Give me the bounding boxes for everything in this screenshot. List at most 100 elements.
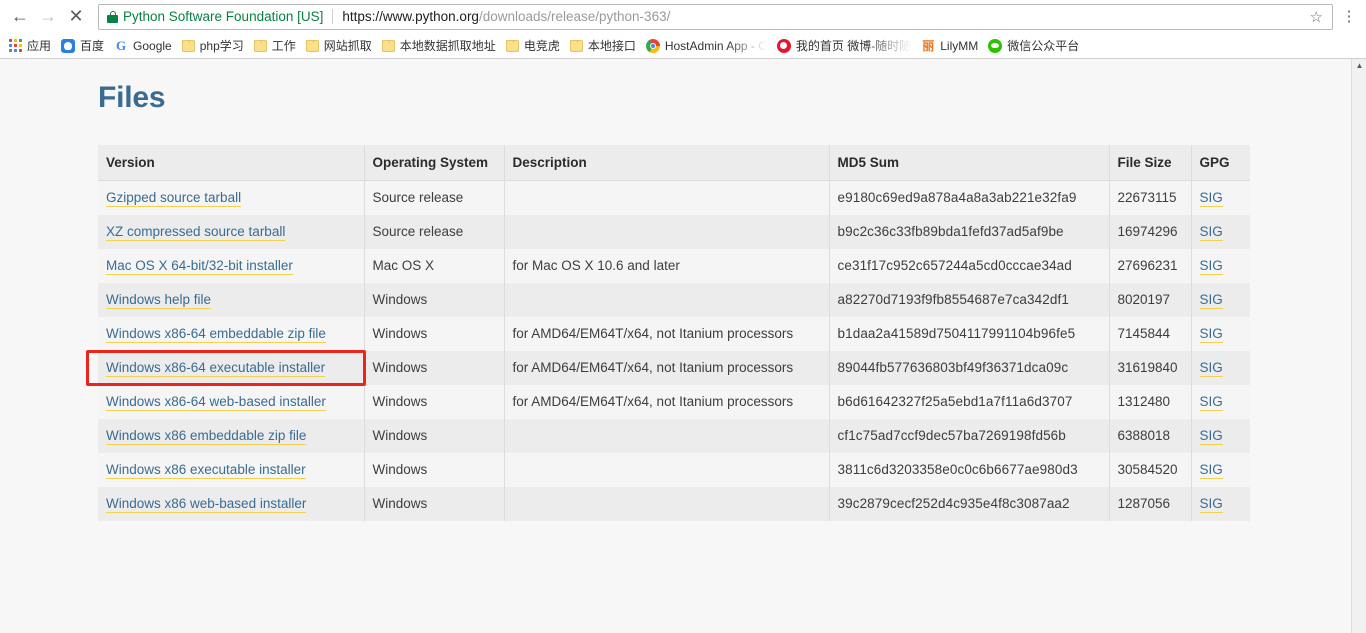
omnibox-divider <box>332 9 334 24</box>
table-header-row: Version Operating System Description MD5… <box>98 145 1250 181</box>
weibo-icon <box>776 38 791 53</box>
bookmark-site-scraping[interactable]: 网站抓取 <box>302 35 378 56</box>
bookmarks-bar: 应用 百度 G Google php学习 工作 网站抓取 本地数据抓取地址 电竞… <box>0 33 1366 58</box>
folder-icon <box>381 39 395 52</box>
version-download-link[interactable]: Windows x86-64 web-based installer <box>106 394 326 411</box>
version-download-link[interactable]: Windows help file <box>106 292 212 309</box>
gpg-sig-link[interactable]: SIG <box>1199 394 1223 411</box>
cell-description <box>504 214 830 249</box>
cell-md5-sum: ce31f17c952c657244a5cd0cccae34ad <box>829 248 1110 283</box>
cell-file-size: 27696231 <box>1109 248 1192 283</box>
scroll-up-arrow-icon[interactable]: ▲ <box>1352 59 1366 73</box>
forward-arrow-icon: → <box>39 6 57 26</box>
bookmark-label: 本地接口 <box>587 39 636 53</box>
bookmark-wechat-platform[interactable]: 微信公众平台 <box>984 35 1085 56</box>
li-icon: 丽 <box>922 38 935 53</box>
gpg-sig-link[interactable]: SIG <box>1199 462 1223 479</box>
bookmark-star-icon[interactable]: ☆ <box>1307 8 1326 26</box>
bookmark-php-study[interactable]: php学习 <box>178 35 250 56</box>
cell-operating-system: Source release <box>364 214 505 249</box>
bookmark-weibo-home[interactable]: 我的首页 微博-随时随 <box>773 35 917 56</box>
gpg-sig-link[interactable]: SIG <box>1199 428 1223 445</box>
cell-description <box>504 282 830 317</box>
cell-version: Windows x86 executable installer <box>98 452 365 487</box>
cell-file-size: 22673115 <box>1109 180 1192 215</box>
python-downloads-page: Files Version Operating System Descripti… <box>0 59 1351 633</box>
table-row: Windows help file Windows a82270d7193f9fb8… <box>98 282 1250 317</box>
url-host: https://www.python.org <box>342 9 479 24</box>
cell-md5-sum: b6d61642327f25a5ebd1a7f11a6d3707 <box>829 384 1110 419</box>
bookmark-lilymm[interactable]: 丽 LilyMM <box>917 35 984 56</box>
table-row: Windows x86 embeddable zip file Windows cf… <box>98 418 1250 453</box>
page-scrollbar[interactable]: ▲ <box>1351 59 1366 633</box>
bookmark-baidu[interactable]: 百度 <box>57 35 110 56</box>
bookmark-apps[interactable]: 应用 <box>5 35 57 56</box>
cell-operating-system: Windows <box>364 418 505 453</box>
browser-chrome: ← → ✕ Python Software Foundation [US] ht… <box>0 0 1366 59</box>
bookmark-hostadmin-app[interactable]: HostAdmin App - C <box>642 35 773 56</box>
gpg-sig-link[interactable]: SIG <box>1199 292 1223 309</box>
folder-icon <box>569 39 583 52</box>
version-download-link[interactable]: Windows x86 web-based installer <box>106 496 307 513</box>
cell-md5-sum: cf1c75ad7ccf9dec57ba7269198fd56b <box>829 418 1110 453</box>
bookmark-local-interface[interactable]: 本地接口 <box>566 35 642 56</box>
lock-icon <box>107 10 118 23</box>
version-download-link[interactable]: Windows x86-64 embeddable zip file <box>106 326 326 343</box>
bookmark-local-data-url[interactable]: 本地数据抓取地址 <box>378 35 502 56</box>
column-header-md5: MD5 Sum <box>829 145 1110 181</box>
cell-version: Windows x86-64 executable installer <box>98 350 365 385</box>
wechat-icon <box>988 38 1003 53</box>
version-download-link[interactable]: Gzipped source tarball <box>106 190 242 208</box>
table-row: Windows x86-64 executable installer Windo… <box>98 350 1250 385</box>
chrome-app-icon <box>645 38 660 53</box>
gpg-sig-link[interactable]: SIG <box>1199 360 1223 377</box>
gpg-sig-link[interactable]: SIG <box>1199 190 1223 208</box>
files-table: Version Operating System Description MD5… <box>98 145 1250 521</box>
version-download-link[interactable]: XZ compressed source tarball <box>106 224 286 241</box>
cell-operating-system: Windows <box>364 316 505 351</box>
version-download-link[interactable]: Windows x86 executable installer <box>106 462 306 479</box>
cell-version: Windows x86 web-based installer <box>98 486 365 521</box>
bookmark-label: 微信公众平台 <box>1007 39 1080 53</box>
table-row: Windows x86 executable installer Windows 3… <box>98 452 1250 487</box>
cell-version: Gzipped source tarball <box>98 180 365 215</box>
gpg-sig-link[interactable]: SIG <box>1199 326 1223 343</box>
gpg-sig-link[interactable]: SIG <box>1199 258 1223 275</box>
cell-md5-sum: b9c2c36c33fb89bda1fefd37ad5af9be <box>829 214 1110 249</box>
cell-gpg: SIG <box>1191 214 1250 249</box>
folder-icon <box>253 39 267 52</box>
cell-md5-sum: 39c2879cecf252d4c935e4f8c3087aa2 <box>829 486 1110 521</box>
site-identity-label: Python Software Foundation [US] <box>123 9 324 24</box>
browser-menu-icon[interactable]: ⋮ <box>1338 9 1360 24</box>
cell-md5-sum: a82270d7193f9fb8554687e7ca342df1 <box>829 282 1110 317</box>
cell-gpg: SIG <box>1191 452 1250 487</box>
version-download-link[interactable]: Mac OS X 64-bit/32-bit installer <box>106 258 293 275</box>
apps-grid-icon <box>9 39 22 52</box>
back-arrow-icon[interactable]: ← <box>6 3 34 31</box>
url-path: /downloads/release/python-363/ <box>478 9 671 24</box>
gpg-sig-link[interactable]: SIG <box>1199 224 1223 241</box>
cell-operating-system: Windows <box>364 384 505 419</box>
cell-description <box>504 452 830 487</box>
cell-gpg: SIG <box>1191 418 1250 453</box>
page-viewport: Files Version Operating System Descripti… <box>0 59 1366 633</box>
cell-gpg: SIG <box>1191 282 1250 317</box>
bookmark-work[interactable]: 工作 <box>250 35 302 56</box>
cell-description <box>504 418 830 453</box>
stop-icon[interactable]: ✕ <box>62 3 90 31</box>
cell-description: for AMD64/EM64T/x64, not Itanium process… <box>504 350 830 385</box>
cell-operating-system: Source release <box>364 180 505 215</box>
cell-file-size: 1287056 <box>1109 486 1192 521</box>
page-content: Files Version Operating System Descripti… <box>0 59 1351 521</box>
cell-file-size: 7145844 <box>1109 316 1192 351</box>
version-download-link[interactable]: Windows x86 embeddable zip file <box>106 428 307 445</box>
version-download-link[interactable]: Windows x86-64 executable installer <box>106 360 326 377</box>
address-bar[interactable]: Python Software Foundation [US] https://… <box>98 3 1333 30</box>
bookmark-label: HostAdmin App - C <box>664 38 767 53</box>
bookmark-label: 网站抓取 <box>323 39 372 53</box>
cell-version: Windows help file <box>98 282 365 317</box>
bookmark-google[interactable]: G Google <box>110 35 178 56</box>
gpg-sig-link[interactable]: SIG <box>1199 496 1223 513</box>
cell-description: for AMD64/EM64T/x64, not Itanium process… <box>504 316 830 351</box>
bookmark-esports-tiger[interactable]: 电竞虎 <box>502 35 566 56</box>
